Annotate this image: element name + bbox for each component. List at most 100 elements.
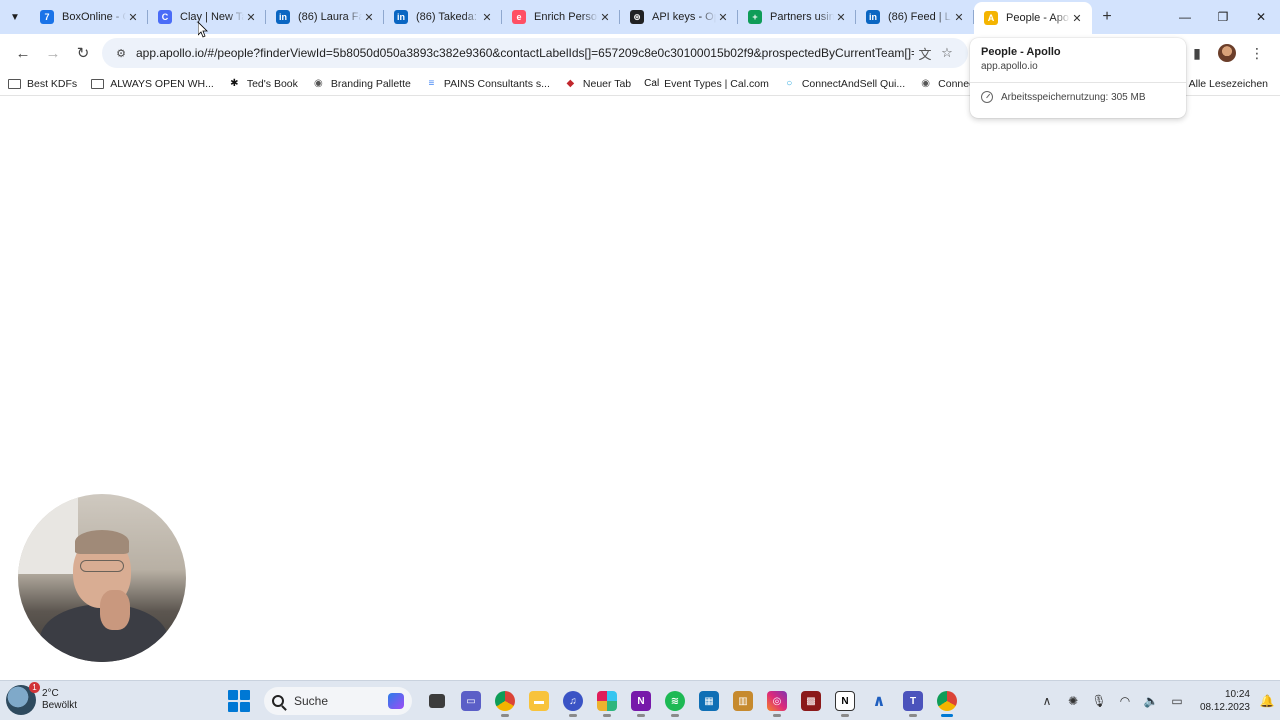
audio-app-icon[interactable]: ♫ — [556, 685, 590, 717]
tab-list: 7BoxOnline - Calendar✕CClay | New Table✕… — [30, 0, 1092, 34]
taskbar-search[interactable]: Suche — [264, 687, 412, 715]
slack-icon[interactable] — [590, 685, 624, 717]
maximize-icon[interactable]: ❐ — [1204, 0, 1242, 34]
grid-app-icon[interactable]: ▩ — [794, 685, 828, 717]
reload-icon[interactable]: ↻ — [68, 38, 98, 68]
tab-favicon-icon: in — [866, 10, 880, 24]
calculator-icon[interactable]: ▦ — [692, 685, 726, 717]
tab-3[interactable]: in (86) Takeda: ✕ — [384, 0, 502, 34]
tray-settings-icon[interactable]: ✺ — [1060, 681, 1086, 720]
back-arrow-icon[interactable]: ← — [8, 38, 38, 68]
translate-icon[interactable]: 文 — [914, 42, 936, 64]
tab-close-icon[interactable]: ✕ — [126, 10, 140, 24]
weather-temperature: 2°C — [42, 688, 59, 699]
profile-photo-icon — [1218, 44, 1236, 62]
bookmark-label: PAINS Consultants s... — [443, 77, 550, 90]
hover-card-title: People - Apollo — [981, 46, 1061, 58]
wifi-icon[interactable]: ◠ — [1112, 681, 1138, 720]
task-view-icon[interactable] — [420, 685, 454, 717]
tab-2[interactable]: in (86) Laura Fa ✕ — [266, 0, 384, 34]
bookmark-favicon-icon: ○ — [786, 78, 793, 89]
new-tab-plus-icon[interactable]: + — [1094, 4, 1120, 30]
weather-cloud-icon: 1 — [6, 682, 40, 715]
bing-icon[interactable] — [388, 693, 404, 709]
menu-kebab-icon[interactable]: ⋮ — [1242, 38, 1272, 68]
bookmark-item[interactable]: ◆ Neuer Tab — [564, 77, 632, 90]
webcam-person-glasses — [80, 560, 124, 572]
notion-icon[interactable]: N — [828, 685, 862, 717]
weather-widget[interactable]: 1 2°C Bewölkt — [6, 682, 77, 715]
tab-title: BoxOnline - Calendar — [62, 11, 126, 23]
instagram-icon[interactable]: ◎ — [760, 685, 794, 717]
chrome-profile-icon[interactable] — [930, 685, 964, 717]
bookmark-favicon-icon: ◆ — [566, 78, 575, 89]
bookmark-item[interactable]: Cal Event Types | Cal.com — [644, 77, 769, 90]
library-icon[interactable]: ▥ — [726, 685, 760, 717]
tab-close-icon[interactable]: ✕ — [952, 10, 966, 24]
teams-icon[interactable]: T — [896, 685, 930, 717]
side-panel-icon[interactable]: ▮ — [1182, 38, 1212, 68]
bookmark-item[interactable]: ○ ConnectAndSell Qui... — [783, 77, 905, 90]
webcam-person-hair — [75, 530, 129, 554]
tab-title: Clay | New Table — [180, 11, 244, 23]
bookmark-favicon-icon: ◉ — [314, 78, 323, 89]
tab-title: Partners using — [770, 11, 834, 23]
notification-bell-icon[interactable]: 🔔 — [1254, 681, 1280, 720]
webcam-person-hand — [100, 590, 130, 630]
webcam-overlay — [18, 494, 186, 662]
hover-card-memory: Arbeitsspeichernutzung: 305 MB — [981, 91, 1175, 103]
tab-title: (86) Laura Fa — [298, 11, 362, 23]
webcam-background — [18, 494, 78, 574]
minimize-icon[interactable]: — — [1166, 0, 1204, 34]
bookmark-item[interactable]: ALWAYS OPEN WH... — [91, 78, 214, 90]
tab-favicon-icon: + — [748, 10, 762, 24]
tab-5[interactable]: ⊛ API keys - Op ✕ — [620, 0, 738, 34]
file-explorer-icon[interactable]: ▬ — [522, 685, 556, 717]
bookmark-label: ALWAYS OPEN WH... — [110, 77, 214, 90]
tab-close-icon[interactable]: ✕ — [480, 10, 494, 24]
tab-title: (86) Feed | Li — [888, 11, 952, 23]
windows-start-icon[interactable] — [228, 690, 250, 712]
tab-0[interactable]: 7 BoxOnline - Calendar✕ — [30, 0, 148, 34]
clock-date: 08.12.2023 — [1199, 702, 1250, 713]
close-window-icon[interactable]: ✕ — [1242, 0, 1280, 34]
tray-overflow-chevron-icon[interactable]: ∧ — [1034, 681, 1060, 720]
bookmark-item[interactable]: ◉ Branding Pallette — [312, 77, 411, 90]
site-info-icon[interactable]: ⚙ — [112, 44, 130, 62]
onenote-icon[interactable]: N — [624, 685, 658, 717]
tab-6[interactable]: + Partners using ✕ — [738, 0, 856, 34]
tab-close-icon[interactable]: ✕ — [362, 10, 376, 24]
bookmark-item[interactable]: Best KDFs — [8, 78, 77, 90]
tab-close-icon[interactable]: ✕ — [244, 10, 258, 24]
taskbar-clock[interactable]: 10:24 08.12.2023 — [1190, 688, 1250, 714]
address-bar[interactable]: ⚙ app.apollo.io/#/people?finderViewId=5b… — [102, 38, 968, 68]
url-text[interactable]: app.apollo.io/#/people?finderViewId=5b80… — [136, 46, 914, 60]
volume-icon[interactable]: 🔈 — [1138, 681, 1164, 720]
mouse-cursor-icon — [198, 22, 208, 38]
bookmark-item[interactable]: ≡ PAINS Consultants s... — [425, 77, 550, 90]
battery-icon[interactable]: ▭ — [1164, 681, 1190, 720]
forward-arrow-icon[interactable]: → — [38, 38, 68, 68]
bookmark-star-icon[interactable]: ☆ — [936, 42, 958, 64]
tab-favicon-icon: A — [984, 11, 998, 25]
taskbar-center: Suche ▭ ▬ ♫ N ≋ ▦ ▥ ◎ ▩ N ∧ T — [228, 685, 964, 717]
tab-favicon-icon: ⊛ — [630, 10, 644, 24]
spotify-icon[interactable]: ≋ — [658, 685, 692, 717]
bookmark-item[interactable]: ✱ Ted's Book — [228, 77, 298, 90]
tab-8[interactable]: A People - Apollo✕ — [974, 2, 1092, 34]
all-bookmarks-label: Alle Lesezeichen — [1188, 78, 1268, 90]
tab-close-icon[interactable]: ✕ — [716, 10, 730, 24]
profile-avatar[interactable] — [1212, 38, 1242, 68]
tab-close-icon[interactable]: ✕ — [1070, 11, 1084, 25]
teams-chat-icon[interactable]: ▭ — [454, 685, 488, 717]
hover-card-memory-text: Arbeitsspeichernutzung: 305 MB — [1001, 91, 1146, 103]
tab-4[interactable]: e Enrich Person ✕ — [502, 0, 620, 34]
arc-app-icon[interactable]: ∧ — [862, 685, 896, 717]
window-controls: — ❐ ✕ — [1166, 0, 1280, 34]
tab-7[interactable]: in (86) Feed | Li ✕ — [856, 0, 974, 34]
microphone-icon[interactable]: 🎙 — [1086, 681, 1112, 720]
chrome-icon[interactable] — [488, 685, 522, 717]
tab-close-icon[interactable]: ✕ — [834, 10, 848, 24]
tab-close-icon[interactable]: ✕ — [598, 10, 612, 24]
tab-search-chevron-icon[interactable]: ▼ — [0, 0, 30, 34]
